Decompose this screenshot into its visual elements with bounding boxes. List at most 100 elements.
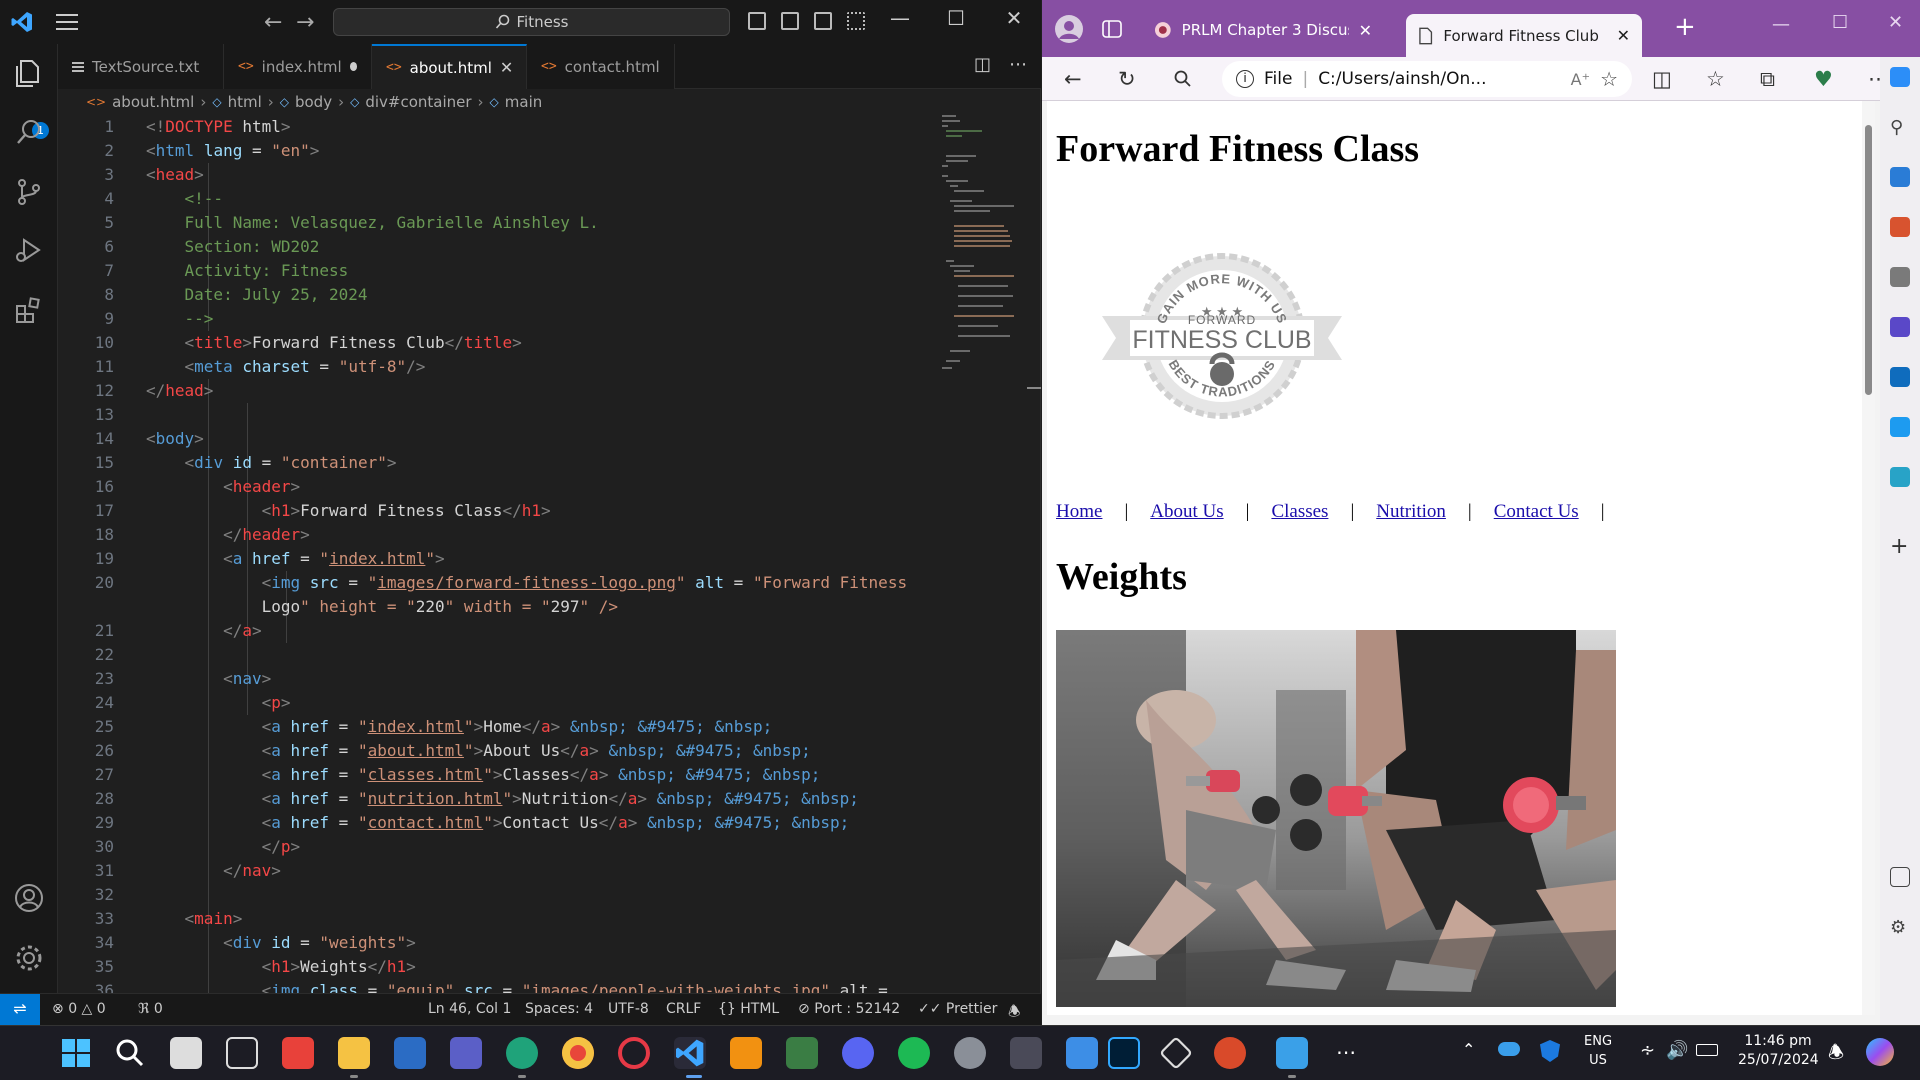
task-view-icon[interactable] <box>170 1037 202 1069</box>
code-line[interactable]: 9 --> <box>58 307 1041 331</box>
read-aloud-icon[interactable]: A⁺ <box>1571 70 1590 89</box>
explorer-icon[interactable] <box>13 57 45 89</box>
scrollbar-thumb[interactable] <box>1865 125 1872 395</box>
opera-icon[interactable] <box>618 1037 650 1069</box>
code-line[interactable]: 24 <p> <box>58 691 1041 715</box>
indentation-status[interactable]: Spaces: 4 <box>525 1001 593 1017</box>
language-indicator[interactable]: ENG US <box>1584 1032 1612 1070</box>
edge-icon[interactable] <box>506 1037 538 1069</box>
code-line[interactable]: 34 <div id = "weights"> <box>58 931 1041 955</box>
volume-icon[interactable]: 🔊 <box>1666 1040 1688 1061</box>
more-actions-icon[interactable]: ⋯ <box>1009 54 1027 75</box>
microsoft365-icon[interactable] <box>1890 317 1910 337</box>
minimap[interactable] <box>942 115 1032 375</box>
problems-status[interactable]: ⊗ 0 △ 0 <box>52 1001 106 1017</box>
close-tab-icon[interactable]: ✕ <box>1359 21 1372 40</box>
nav-link-classes[interactable]: Classes <box>1271 501 1328 522</box>
notepad-plus-icon[interactable] <box>786 1037 818 1069</box>
screenshot-icon[interactable] <box>1890 867 1910 887</box>
split-editor-icon[interactable]: ◫ <box>974 54 991 75</box>
code-line[interactable]: 26 <a href = "about.html">About Us</a> &… <box>58 739 1041 763</box>
tab-index-html[interactable]: <> index.html <box>224 44 372 89</box>
code-line[interactable]: 8 Date: July 25, 2024 <box>58 283 1041 307</box>
toggle-panel-icon[interactable] <box>781 12 799 30</box>
new-tab-plus-icon[interactable]: + <box>1674 12 1696 42</box>
refresh-icon[interactable]: ↻ <box>1118 67 1136 91</box>
code-line[interactable]: 6 Section: WD202 <box>58 235 1041 259</box>
notifications-bell-icon[interactable]: 🕭 <box>1008 1001 1021 1025</box>
sublime-text-icon[interactable] <box>730 1037 762 1069</box>
browser-essentials-icon[interactable]: ♥ <box>1814 67 1833 91</box>
search-icon[interactable] <box>114 1037 146 1069</box>
prettier-status[interactable]: ✓✓ Prettier <box>918 1001 997 1017</box>
breadcrumb-item[interactable]: about.html <box>112 93 194 111</box>
code-line[interactable]: 35 <h1>Weights</h1> <box>58 955 1041 979</box>
code-line[interactable]: 29 <a href = "contact.html">Contact Us</… <box>58 811 1041 835</box>
adobe-acrobat-icon[interactable] <box>282 1037 314 1069</box>
code-line[interactable]: 36 <img class = "equip" src = "images/pe… <box>58 979 1041 993</box>
favorites-icon[interactable]: ☆ <box>1706 67 1725 91</box>
forward-fitness-logo[interactable]: GAIN MORE WITH US ★ ★ ★ FORWARD FITNESS … <box>1102 246 1342 426</box>
copilot-taskbar-icon[interactable] <box>1866 1038 1894 1066</box>
editor-scrollbar[interactable] <box>1027 115 1041 993</box>
accounts-icon[interactable] <box>13 882 45 914</box>
word-icon[interactable] <box>394 1037 426 1069</box>
chevron-up-icon[interactable]: ⌃ <box>1462 1040 1475 1059</box>
menu-icon[interactable] <box>56 14 78 30</box>
breadcrumb-item[interactable]: body <box>295 93 332 111</box>
remote-indicator-icon[interactable]: ⇌ <box>0 994 40 1026</box>
skype-icon[interactable] <box>1890 467 1910 487</box>
live-server-port[interactable]: ⊘ Port : 52142 <box>798 1001 900 1017</box>
code-line[interactable]: 28 <a href = "nutrition.html">Nutrition<… <box>58 787 1041 811</box>
sidebar-settings-gear-icon[interactable]: ⚙ <box>1890 917 1910 938</box>
file-explorer-icon[interactable] <box>338 1037 370 1069</box>
forward-arrow-icon[interactable]: → <box>296 10 314 35</box>
inkscape-icon[interactable] <box>1159 1036 1193 1070</box>
code-line[interactable]: 14 <body> <box>58 427 1041 451</box>
games-icon[interactable] <box>1890 267 1910 287</box>
code-line[interactable]: 7 Activity: Fitness <box>58 259 1041 283</box>
more-apps-icon[interactable]: ⋯ <box>1336 1040 1356 1064</box>
teams-icon[interactable] <box>450 1037 482 1069</box>
eol-status[interactable]: CRLF <box>666 1001 701 1017</box>
minimize-button[interactable]: — <box>1772 14 1790 35</box>
code-line[interactable]: 17 <h1>Forward Fitness Class</h1> <box>58 499 1041 523</box>
close-tab-icon[interactable]: ✕ <box>1617 26 1630 45</box>
nav-link-contact[interactable]: Contact Us <box>1494 501 1579 522</box>
fruit-app-icon[interactable] <box>1214 1037 1246 1069</box>
shopping-tag-icon[interactable] <box>1890 167 1910 187</box>
search-icon[interactable] <box>1174 70 1192 88</box>
info-icon[interactable]: i <box>1236 70 1254 88</box>
notification-bell-icon[interactable]: 🕭 <box>1828 1040 1844 1070</box>
code-editor[interactable]: 1 <!DOCTYPE html> 2 <html lang = "en"> 3 <hea… <box>58 115 1041 993</box>
code-line[interactable]: 25 <a href = "index.html">Home</a> &nbsp… <box>58 715 1041 739</box>
language-mode[interactable]: {} HTML <box>718 1001 779 1017</box>
cursor-position[interactable]: Ln 46, Col 1 <box>428 1001 511 1017</box>
toggle-secondary-sidebar-icon[interactable] <box>814 12 832 30</box>
back-arrow-icon[interactable]: ← <box>264 10 282 35</box>
code-line[interactable]: 12 </head> <box>58 379 1041 403</box>
calculator-icon[interactable] <box>1010 1037 1042 1069</box>
tab-textsource[interactable]: TextSource.txt <box>58 44 224 89</box>
code-line[interactable]: 23 <nav> <box>58 667 1041 691</box>
command-center-search[interactable]: Fitness <box>333 8 730 36</box>
maximize-button[interactable]: ☐ <box>1832 12 1848 33</box>
code-line[interactable]: 5 Full Name: Velasquez, Gabrielle Ainshl… <box>58 211 1041 235</box>
tab-about-html[interactable]: <> about.html ✕ <box>372 44 527 89</box>
onedrive-icon[interactable] <box>1498 1042 1520 1056</box>
widgets-icon[interactable] <box>226 1037 258 1069</box>
discord-icon[interactable] <box>842 1037 874 1069</box>
source-control-icon[interactable] <box>13 176 45 208</box>
maximize-button[interactable]: ☐ <box>936 6 976 30</box>
notepad-icon[interactable] <box>1066 1037 1098 1069</box>
profile-avatar-icon[interactable] <box>1054 14 1084 44</box>
minimize-button[interactable]: — <box>880 6 920 30</box>
tab-contact-html[interactable]: <> contact.html <box>527 44 675 89</box>
code-line[interactable]: 13 <box>58 403 1041 427</box>
breadcrumb-item[interactable]: main <box>505 93 542 111</box>
spotify-icon[interactable] <box>898 1037 930 1069</box>
wifi-icon[interactable]: ∻ <box>1640 1040 1655 1061</box>
nav-link-about[interactable]: About Us <box>1150 501 1223 522</box>
split-screen-icon[interactable]: ◫ <box>1652 67 1672 91</box>
code-line[interactable]: 1 <!DOCTYPE html> <box>58 115 1041 139</box>
